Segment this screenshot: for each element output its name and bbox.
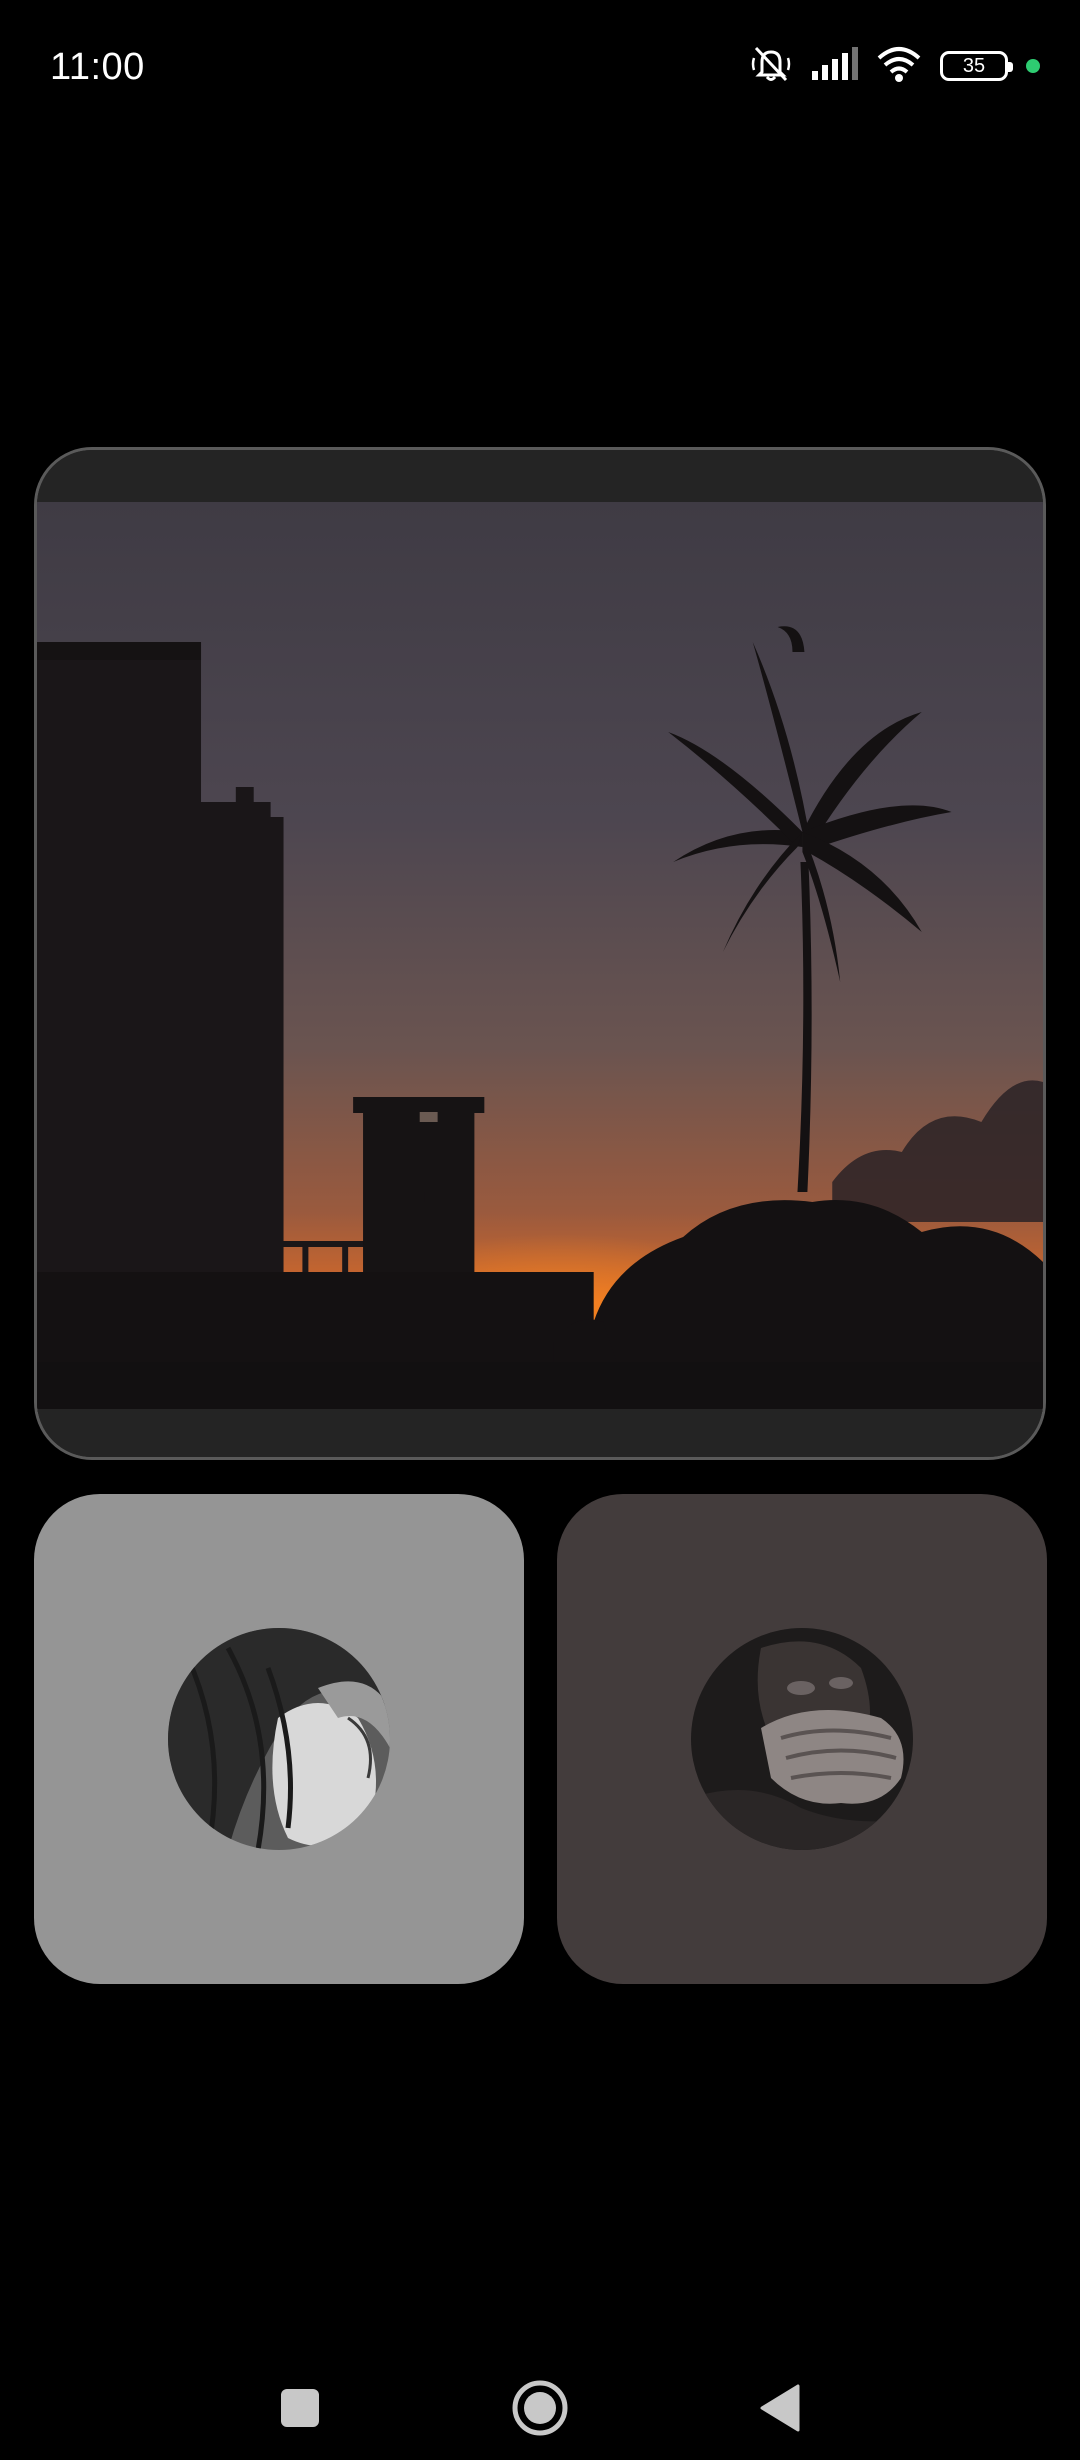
recents-button[interactable] (260, 2370, 340, 2450)
wifi-icon (876, 46, 922, 87)
home-icon (510, 2378, 570, 2443)
participant-avatar (691, 1628, 913, 1850)
status-icons: 35 (750, 44, 1040, 88)
mute-icon (750, 44, 792, 89)
participant-tile[interactable] (557, 1494, 1047, 1984)
back-icon (758, 2384, 802, 2437)
main-video-tile[interactable] (34, 447, 1046, 1460)
signal-icon (810, 46, 858, 86)
video-stream (37, 502, 1043, 1412)
navigation-bar (0, 2330, 1080, 2460)
home-button[interactable] (500, 2370, 580, 2450)
back-button[interactable] (740, 2370, 820, 2450)
active-dot-icon (1026, 59, 1040, 73)
video-letterbox-bottom (37, 1409, 1043, 1457)
battery-level: 35 (962, 54, 986, 77)
participant-avatar (168, 1628, 390, 1850)
video-letterbox-top (37, 450, 1043, 502)
participant-tile[interactable] (34, 1494, 524, 1984)
battery-icon: 35 (940, 51, 1013, 81)
status-bar: 11:00 35 (0, 0, 1080, 140)
status-time: 11:00 (50, 46, 145, 88)
recents-icon (279, 2387, 321, 2434)
